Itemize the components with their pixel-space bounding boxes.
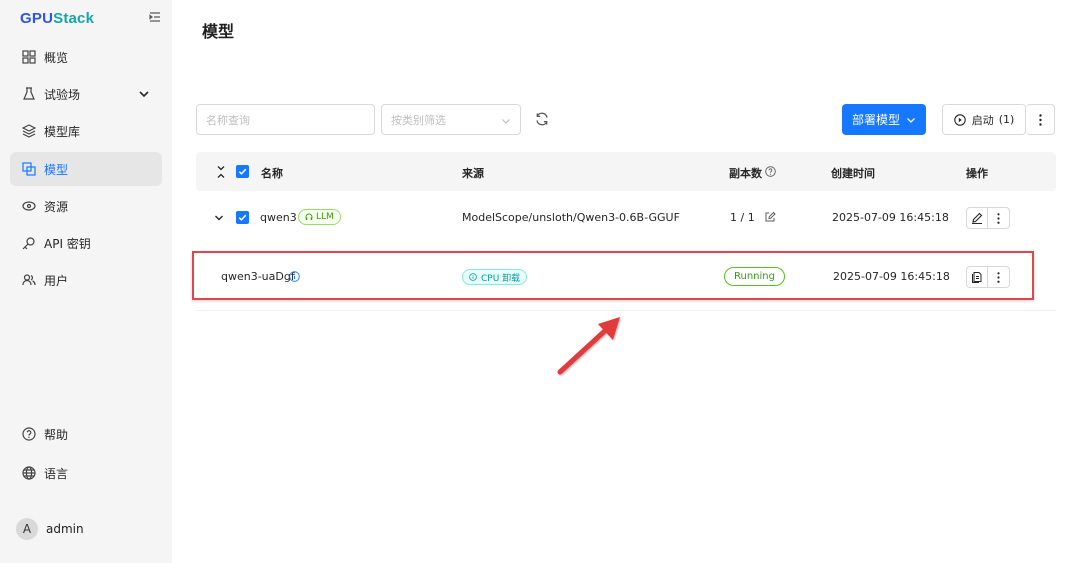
start-count: (1) (998, 113, 1015, 126)
sidebar-item-api-keys[interactable]: API 密钥 (10, 226, 162, 260)
search-input[interactable]: 名称查询 (196, 104, 375, 135)
header-created: 创建时间 (831, 167, 875, 180)
avatar: A (16, 518, 38, 540)
deploy-label: 部署模型 (851, 113, 900, 127)
play-circle-icon (953, 113, 966, 126)
row-more-button[interactable] (988, 207, 1010, 229)
category-placeholder: 按类别筛选 (391, 113, 446, 127)
header-name: 名称 (261, 167, 283, 180)
edit-button[interactable] (966, 207, 988, 229)
sidebar-item-label: 模型 (44, 162, 69, 177)
help-icon (22, 427, 36, 441)
created-time: 2025-07-09 16:45:18 (832, 211, 949, 224)
tag-label: LLM (316, 212, 334, 222)
refresh-icon[interactable] (534, 111, 550, 127)
edit-icon[interactable] (764, 211, 776, 223)
table-row[interactable]: qwen3 LLM ModelScope/unsloth/Qwen3-0.6B-… (196, 191, 1056, 246)
replicas-value: 1 / 1 (730, 211, 755, 224)
sidebar-item-models[interactable]: 模型 (10, 152, 162, 186)
sidebar-item-label: 试验场 (44, 87, 81, 102)
more-vertical-icon (997, 212, 1000, 224)
table-header: 名称 来源 副本数 创建时间 操作 (196, 152, 1056, 191)
sidebar-item-resources[interactable]: 资源 (10, 189, 162, 223)
chevron-down-icon (907, 117, 915, 123)
sidebar: GPUStack 概览 试验场 模型库 模型 资源 API 密钥 用户 帮助 语… (0, 0, 172, 563)
resources-icon (22, 201, 36, 211)
row-actions (966, 207, 1010, 229)
header-source: 来源 (462, 167, 484, 180)
header-actions: 操作 (966, 167, 988, 180)
flask-icon (23, 87, 35, 100)
question-circle-icon[interactable] (765, 166, 776, 177)
check-icon (238, 214, 247, 221)
model-source: ModelScope/unsloth/Qwen3-0.6B-GGUF (462, 211, 680, 224)
sidebar-item-label: 用户 (44, 273, 69, 288)
search-placeholder: 名称查询 (206, 113, 250, 127)
layers-icon (22, 124, 36, 138)
highlight-box (192, 251, 1034, 300)
sidebar-item-playground[interactable]: 试验场 (10, 77, 162, 111)
sidebar-item-label: 模型库 (44, 124, 81, 139)
table-divider (196, 310, 1056, 311)
app-logo[interactable]: GPUStack (20, 10, 94, 27)
models-icon (22, 162, 36, 176)
help-label: 帮助 (44, 427, 69, 442)
select-all-checkbox[interactable] (236, 165, 249, 178)
collapse-all-icon[interactable] (216, 165, 226, 179)
sidebar-item-help[interactable]: 帮助 (10, 417, 162, 451)
header-replicas: 副本数 (729, 167, 762, 180)
globe-icon (22, 466, 36, 480)
more-actions-button[interactable] (1026, 104, 1055, 135)
user-name: admin (46, 522, 84, 536)
sidebar-item-users[interactable]: 用户 (10, 263, 162, 297)
sidebar-item-model-catalog[interactable]: 模型库 (10, 114, 162, 148)
deploy-model-button[interactable]: 部署模型 (842, 104, 926, 135)
chevron-down-icon[interactable] (214, 213, 224, 223)
sidebar-item-label: API 密钥 (44, 236, 91, 251)
edit-icon (972, 212, 983, 224)
llm-tag: LLM (298, 209, 341, 225)
page-title: 模型 (202, 22, 235, 41)
model-name[interactable]: qwen3 (260, 211, 297, 224)
dashboard-icon (22, 50, 36, 64)
row-checkbox[interactable] (236, 211, 249, 224)
annotation-arrow-icon (557, 317, 620, 375)
chevron-down-icon (502, 119, 510, 124)
category-filter-select[interactable]: 按类别筛选 (381, 104, 521, 135)
user-menu[interactable]: A admin (16, 518, 84, 540)
start-label: 启动 (971, 113, 994, 127)
headset-icon (305, 213, 313, 220)
users-icon (22, 274, 36, 286)
sidebar-item-language[interactable]: 语言 (10, 456, 162, 490)
start-button[interactable]: 启动 (1) (942, 104, 1026, 135)
sidebar-item-label: 概览 (44, 50, 69, 65)
key-icon (22, 237, 35, 250)
language-label: 语言 (44, 466, 69, 481)
menu-collapse-icon[interactable] (149, 11, 161, 23)
chevron-down-icon (139, 91, 149, 98)
check-icon (238, 168, 247, 175)
sidebar-item-label: 资源 (44, 199, 69, 214)
more-vertical-icon (1038, 113, 1042, 126)
sidebar-item-overview[interactable]: 概览 (10, 40, 162, 74)
